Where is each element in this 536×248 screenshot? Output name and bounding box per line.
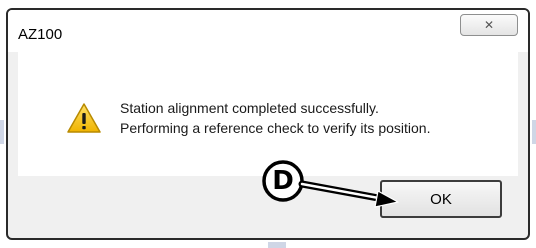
warning-icon [67,103,101,133]
message-line: Station alignment completed successfully… [120,100,379,116]
dialog-title: AZ100 [18,26,63,43]
ok-button[interactable]: OK [380,180,502,218]
message-line: Performing a reference check to verify i… [120,120,431,136]
dialog-content: Station alignment completed successfully… [18,52,518,176]
background-window-edge [0,120,4,144]
background-window-edge [268,242,286,248]
background-window-edge [532,120,536,144]
callout-label: D [272,166,294,196]
dialog-titlebar: AZ100 ✕ [8,10,528,52]
dialog-message: Station alignment completed successfully… [120,98,430,138]
screenshot-stage: AZ100 ✕ Station alignment completed succ… [0,0,536,248]
close-button[interactable]: ✕ [460,14,518,36]
close-x-icon: ✕ [483,18,495,32]
